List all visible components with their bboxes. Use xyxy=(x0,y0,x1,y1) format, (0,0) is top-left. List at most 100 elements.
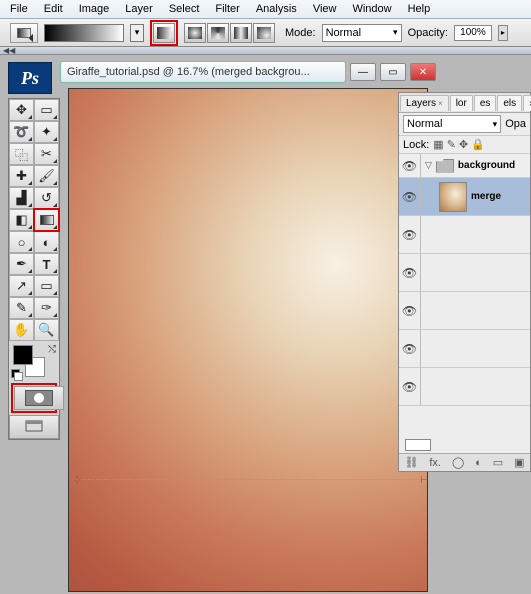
gradient-radial-button[interactable] xyxy=(184,23,206,43)
menu-analysis[interactable]: Analysis xyxy=(248,1,305,17)
new-layer-icon[interactable]: ▣ xyxy=(514,456,524,469)
visibility-toggle[interactable]: 👁 xyxy=(399,254,421,291)
menu-window[interactable]: Window xyxy=(344,1,399,17)
wand-icon: ✦ xyxy=(41,124,52,140)
path-select-tool[interactable]: ↗ xyxy=(9,275,34,297)
dodge-tool[interactable]: ◐ xyxy=(34,231,59,253)
crop-tool[interactable]: ⿻ xyxy=(9,143,34,165)
highlight-quickmask xyxy=(11,383,57,413)
swap-colors-icon[interactable]: ⤭ xyxy=(48,344,56,355)
shape-tool[interactable]: ▭ xyxy=(34,275,59,297)
tab-channels[interactable]: els xyxy=(497,95,522,111)
tab-color[interactable]: lor xyxy=(450,95,473,111)
gradient-linear-button[interactable] xyxy=(153,23,175,43)
menu-select[interactable]: Select xyxy=(161,1,208,17)
menu-file[interactable]: File xyxy=(2,1,36,17)
layer-item-merged[interactable]: 👁 merge xyxy=(399,178,530,216)
document-canvas[interactable]: ⊹ ⊢ xyxy=(68,88,428,592)
heal-icon: ✚ xyxy=(16,168,27,184)
gradient-preview[interactable] xyxy=(44,24,124,42)
blur-icon: ○ xyxy=(18,235,26,250)
visibility-toggle[interactable]: 👁 xyxy=(399,330,421,367)
visibility-toggle[interactable]: 👁 xyxy=(399,178,421,215)
lock-transparency-icon[interactable]: ▦ xyxy=(433,138,443,151)
lock-pixels-icon[interactable]: ✎ xyxy=(447,138,456,151)
panel-collapse-bar[interactable]: ◀◀ xyxy=(0,47,531,55)
opacity-input[interactable]: 100% xyxy=(454,25,492,41)
quick-mask-toggle[interactable] xyxy=(14,386,64,410)
wand-tool[interactable]: ✦ xyxy=(34,121,59,143)
default-colors-icon[interactable] xyxy=(11,369,21,379)
gradient-picker-dropdown[interactable] xyxy=(130,24,144,42)
gradient-angle-button[interactable] xyxy=(207,23,229,43)
lock-position-icon[interactable]: ✥ xyxy=(459,138,468,151)
eraser-tool[interactable]: ◧ xyxy=(9,209,34,231)
eyedropper-tool[interactable]: ✑ xyxy=(34,297,59,319)
layer-fx-icon[interactable]: fx. xyxy=(429,457,441,469)
folder-disclosure-icon[interactable]: ▽ xyxy=(425,160,432,171)
history-brush-tool[interactable]: ↺ xyxy=(34,187,59,209)
menu-filter[interactable]: Filter xyxy=(207,1,247,17)
mask-thumbnail[interactable] xyxy=(405,439,431,451)
radial-gradient-icon xyxy=(188,27,202,39)
slice-icon: ✂ xyxy=(41,146,52,162)
add-mask-icon[interactable]: ◯ xyxy=(452,456,464,469)
blur-tool[interactable]: ○ xyxy=(9,231,34,253)
visibility-toggle[interactable]: 👁 xyxy=(399,368,421,405)
tab-close-icon[interactable]: × xyxy=(438,99,443,108)
hand-tool[interactable]: ✋ xyxy=(9,319,34,341)
layer-blend-mode-select[interactable]: Normal xyxy=(403,115,501,133)
blend-mode-select[interactable]: Normal xyxy=(322,24,402,42)
layers-panel: Layers× lor es els › Normal Opa Lock: ▦ … xyxy=(398,92,531,472)
current-tool-indicator[interactable] xyxy=(10,23,38,43)
zoom-tool[interactable]: 🔍 xyxy=(34,319,59,341)
menu-help[interactable]: Help xyxy=(400,1,439,17)
layer-name[interactable]: merge xyxy=(471,191,501,202)
opacity-flyout[interactable]: ▸ xyxy=(498,25,508,41)
folder-name[interactable]: background xyxy=(458,160,515,171)
screen-mode-icon xyxy=(25,420,43,434)
gradient-diamond-button[interactable] xyxy=(253,23,275,43)
heal-tool[interactable]: ✚ xyxy=(9,165,34,187)
tab-more[interactable]: › xyxy=(523,95,531,111)
screen-mode-button[interactable] xyxy=(9,415,59,439)
gradient-tool[interactable] xyxy=(34,209,59,231)
notes-tool[interactable]: ✎ xyxy=(9,297,34,319)
window-maximize-button[interactable]: ▭ xyxy=(380,63,406,81)
menu-view[interactable]: View xyxy=(305,1,345,17)
move-tool[interactable]: ✥ xyxy=(9,99,34,121)
app-badge: Ps xyxy=(8,62,52,94)
lock-label: Lock: xyxy=(403,139,429,151)
gradient-reflected-button[interactable] xyxy=(230,23,252,43)
lock-all-icon[interactable]: 🔒 xyxy=(471,138,485,151)
new-group-icon[interactable]: ▭ xyxy=(493,456,503,469)
tab-swatches[interactable]: es xyxy=(474,95,497,111)
stamp-icon: ▟ xyxy=(17,190,27,206)
crop-icon: ⿻ xyxy=(15,145,28,164)
visibility-toggle[interactable]: 👁 xyxy=(399,216,421,253)
menu-image[interactable]: Image xyxy=(71,1,118,17)
slice-tool[interactable]: ✂ xyxy=(34,143,59,165)
window-minimize-button[interactable]: — xyxy=(350,63,376,81)
link-layers-icon[interactable]: ⛓ xyxy=(404,456,418,469)
tab-layers-label: Layers xyxy=(406,98,436,109)
foreground-color-swatch[interactable] xyxy=(13,345,33,365)
pen-tool[interactable]: ✒ xyxy=(9,253,34,275)
document-titlebar: Giraffe_tutorial.psd @ 16.7% (merged bac… xyxy=(60,61,436,89)
menu-layer[interactable]: Layer xyxy=(117,1,161,17)
layer-thumbnail[interactable] xyxy=(439,182,467,212)
stamp-tool[interactable]: ▟ xyxy=(9,187,34,209)
adjustment-layer-icon[interactable]: ◐ xyxy=(475,457,482,469)
tab-layers[interactable]: Layers× xyxy=(400,95,449,111)
type-tool[interactable]: T xyxy=(34,253,59,275)
menu-edit[interactable]: Edit xyxy=(36,1,71,17)
layer-folder[interactable]: 👁 ▽ background xyxy=(399,154,530,178)
brush-tool[interactable]: 🖌 xyxy=(34,165,59,187)
color-swatches[interactable]: ⤭ xyxy=(9,341,59,381)
visibility-toggle[interactable]: 👁 xyxy=(399,292,421,329)
marquee-tool[interactable]: ▭ xyxy=(34,99,59,121)
visibility-toggle[interactable]: 👁 xyxy=(399,154,421,177)
document-title[interactable]: Giraffe_tutorial.psd @ 16.7% (merged bac… xyxy=(60,61,346,83)
lasso-tool[interactable]: ➰ xyxy=(9,121,34,143)
window-close-button[interactable]: ✕ xyxy=(410,63,436,81)
